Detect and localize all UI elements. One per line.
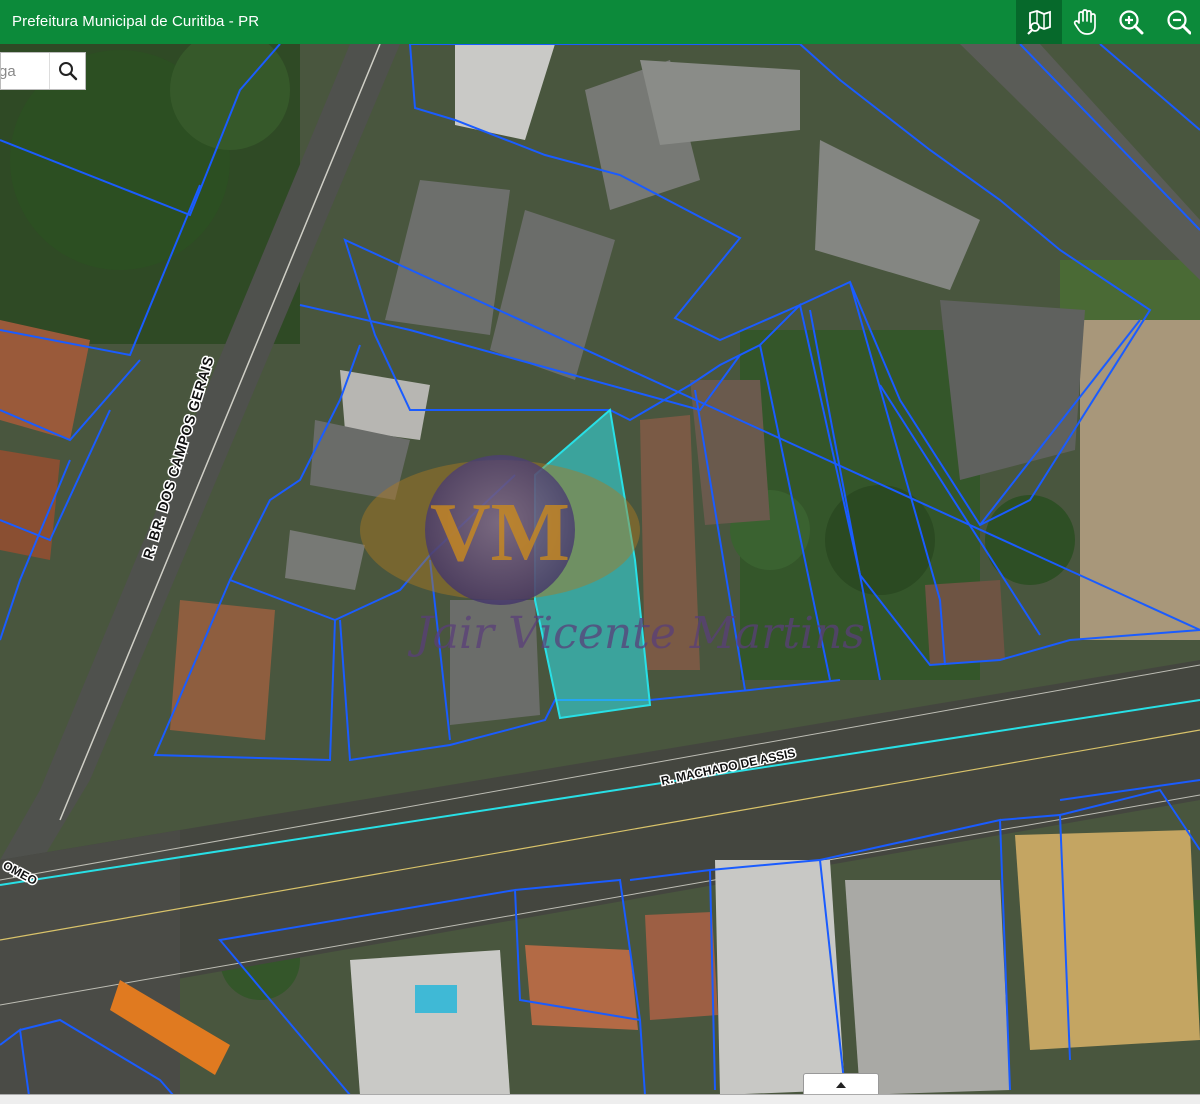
expand-panel-button[interactable] [803, 1073, 879, 1096]
identify-tool-button[interactable] [1016, 0, 1062, 44]
satellite-map[interactable]: VM Jair Vicente Martins R. BR. DOS CAMPO… [0, 44, 1200, 1103]
search-box [0, 52, 86, 90]
identify-map-icon [1027, 10, 1051, 35]
pan-hand-icon [1073, 9, 1096, 35]
zoom-in-icon [1119, 10, 1144, 35]
zoom-out-icon [1167, 10, 1191, 35]
chevron-up-icon [836, 1082, 846, 1088]
map-toolbar [1016, 0, 1200, 44]
zoom-out-button[interactable] [1154, 0, 1200, 44]
watermark-monogram: VM [430, 486, 570, 579]
search-button[interactable] [49, 53, 85, 89]
search-icon [58, 62, 77, 81]
pan-tool-button[interactable] [1062, 0, 1108, 44]
search-input[interactable] [1, 53, 49, 89]
watermark-script-name: Jair Vicente Martins [407, 608, 865, 659]
map-canvas[interactable]: VM Jair Vicente Martins R. BR. DOS CAMPO… [0, 44, 1200, 1103]
app-title: Prefeitura Municipal de Curitiba - PR [12, 13, 260, 30]
zoom-in-button[interactable] [1108, 0, 1154, 44]
app-header: Prefeitura Municipal de Curitiba - PR [0, 0, 1200, 44]
construction-site [1080, 320, 1200, 640]
